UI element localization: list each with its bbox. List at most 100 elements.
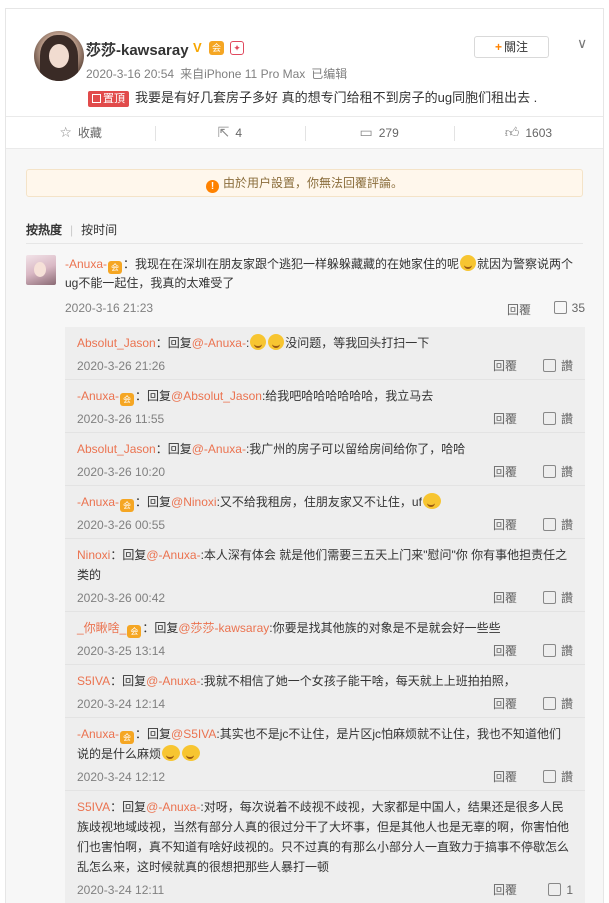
member-badge-icon[interactable]: 会 [209, 41, 224, 55]
reply-like-button[interactable]: 讚 [542, 353, 573, 379]
comment-like-button[interactable]: 35 [553, 301, 585, 315]
reply-like-button[interactable]: 讚 [542, 459, 573, 485]
reply-content: 你要是找其他族的对象是不是就会好一些些 [272, 621, 501, 635]
tab-divider: | [70, 223, 74, 237]
reply-content: 我就不相信了她一个女孩子能干啥，每天就上上班拍拍照， [203, 674, 516, 688]
chevron-down-icon[interactable]: ∨ [577, 35, 587, 52]
sort-tabs: 按热度 | 按时间 [26, 221, 117, 238]
reply-prefix: ：回复 [135, 389, 172, 403]
mention-link[interactable]: @-Anuxa- [146, 800, 200, 814]
reply-like-button[interactable]: 讚 [542, 638, 573, 664]
username[interactable]: 莎莎-kawsaray [86, 39, 189, 60]
reply-username[interactable]: -Anuxa- [77, 495, 119, 509]
reply-button[interactable]: 回覆 [493, 406, 517, 432]
reply-username[interactable]: Absolut_Jason [77, 442, 156, 456]
reply-prefix: ：回复 [135, 495, 172, 509]
warning-icon: ! [205, 180, 219, 193]
reply-text: S5IVA：回复@-Anuxa-:我就不相信了她一个女孩子能干啥，每天就上上班拍… [77, 674, 516, 688]
mention-link[interactable]: @-Anuxa- [192, 442, 246, 456]
reply-time: 2020-3-24 12:11 [77, 883, 165, 897]
mention-link[interactable]: @莎莎-kawsaray [178, 621, 269, 635]
reply-like-button[interactable]: 1 [548, 877, 573, 903]
divider [26, 243, 583, 244]
mention-link[interactable]: @-Anuxa- [146, 674, 200, 688]
reply-item: Absolut_Jason：回复@-Anuxa-: 没问题，等我回头打扫一下 202… [65, 327, 585, 380]
hug-emoji-icon [422, 493, 441, 509]
favorite-button[interactable]: ☆ 收藏 [6, 117, 155, 148]
reply-item: -Anuxa- 会：回复@Ninoxi:又不给我租房，住朋友家又不让住，uf 202… [65, 486, 585, 539]
follow-button[interactable]: + 關注 [474, 36, 549, 58]
tab-sort-hot[interactable]: 按热度 [26, 223, 62, 237]
avatar[interactable] [34, 31, 84, 81]
reply-meta: 2020-3-26 00:55 回覆讚 [77, 512, 573, 538]
hug-emoji-icon [162, 745, 181, 761]
reply-like-button[interactable]: 讚 [542, 585, 573, 611]
reply-time: 2020-3-26 10:20 [77, 465, 166, 479]
thumb-up-icon [553, 301, 567, 314]
reply-button[interactable]: 回覆 [493, 512, 517, 538]
reply-time: 2020-3-26 21:26 [77, 359, 166, 373]
reply-button[interactable]: 回覆 [507, 301, 531, 318]
edited-label[interactable]: 已编辑 [311, 67, 347, 81]
reply-prefix: ：回复 [142, 621, 179, 635]
reply-like-button[interactable]: 讚 [542, 691, 573, 717]
reply-like-button[interactable]: 讚 [542, 764, 573, 790]
reply-button[interactable]: 回覆 [493, 585, 517, 611]
reply-time: 2020-3-26 00:55 [77, 518, 166, 532]
mention-link[interactable]: @-Anuxa- [192, 336, 246, 350]
pinned-badge: 置頂 [88, 91, 129, 107]
tab-sort-time[interactable]: 按时间 [81, 223, 117, 237]
like-button[interactable]: 👍︎ 1603 [453, 117, 603, 148]
reply-item: -Anuxa- 会：回复@Absolut_Jason:给我吧哈哈哈哈哈哈，我立马去… [65, 380, 585, 433]
reply-button[interactable]: 回覆 [493, 691, 517, 717]
mention-link[interactable]: @Absolut_Jason [171, 389, 262, 403]
reply-username[interactable]: -Anuxa- [77, 389, 119, 403]
post-content: 我要是有好几套房子多好 真的想专门给租不到房子的ug同胞们租出去 . [135, 90, 538, 105]
post-source: 来自iPhone 11 Pro Max [180, 67, 306, 81]
mention-link[interactable]: @-Anuxa- [146, 548, 200, 562]
thumb-up-icon [542, 412, 556, 425]
mention-link[interactable]: @Ninoxi [171, 495, 217, 509]
thumb-up-icon [542, 591, 556, 604]
member-badge-icon: 会 [120, 393, 135, 406]
reply-like-button[interactable]: 讚 [542, 512, 573, 538]
comment-section: ! 由於用户設置，你無法回覆評論。 按热度 | 按时间 -Anuxa- 会：我现在在深圳… [6, 149, 603, 903]
reply-like-button[interactable]: 讚 [542, 406, 573, 432]
reply-username[interactable]: S5IVA [77, 800, 110, 814]
reply-meta: 2020-3-26 11:55 回覆讚 [77, 406, 573, 432]
reply-username[interactable]: Ninoxi [77, 548, 110, 562]
reply-prefix: ：回复 [155, 442, 192, 456]
reply-content: 给我吧哈哈哈哈哈哈，我立马去 [265, 389, 434, 403]
comment-disabled-notice: ! 由於用户設置，你無法回覆評論。 [26, 169, 583, 197]
post-meta: 2020-3-16 20:54 来自iPhone 11 Pro Max 已编辑 [86, 65, 353, 82]
comment-button[interactable]: ▭ 279 [304, 117, 454, 148]
member-badge-icon: 会 [127, 625, 142, 638]
reply-username[interactable]: S5IVA [77, 674, 110, 688]
commenter-avatar[interactable] [26, 255, 56, 285]
forward-button[interactable]: ⇱ 4 [155, 117, 304, 148]
reply-button[interactable]: 回覆 [493, 459, 517, 485]
reply-time: 2020-3-26 00:42 [77, 591, 166, 605]
reply-username[interactable]: _你瞅啥_ [77, 621, 126, 635]
mention-link[interactable]: @S5IVA [171, 727, 216, 741]
reply-button[interactable]: 回覆 [493, 764, 517, 790]
reply-button[interactable]: 回覆 [493, 353, 517, 379]
member-badge-icon: 会 [120, 731, 135, 744]
reply-text: Ninoxi：回复@-Anuxa-:本人深有体会 就是他们需要三五天上门来"慰问… [77, 548, 568, 582]
reply-username[interactable]: Absolut_Jason [77, 336, 156, 350]
reply-item: S5IVA：回复@-Anuxa-:对呀，每次说着不歧视不歧视，大家都是中国人，结… [65, 791, 585, 903]
post-timestamp[interactable]: 2020-3-16 20:54 [86, 67, 174, 81]
reply-item: -Anuxa- 会：回复@S5IVA:其实也不是jc不让住，是片区jc怕麻烦就不让… [65, 718, 585, 791]
reply-button[interactable]: 回覆 [493, 877, 517, 903]
gift-badge-icon[interactable]: ✦ [230, 41, 244, 55]
reply-text: S5IVA：回复@-Anuxa-:对呀，每次说着不歧视不歧视，大家都是中国人，结… [77, 800, 570, 874]
weibo-post-card: 莎莎-kawsaray V 会 ✦ 2020-3-16 20:54 来自iPhon… [5, 8, 604, 903]
reply-content: 又不给我租房，住朋友家又不让住，uf [219, 495, 422, 509]
thumb-up-icon [542, 644, 556, 657]
star-icon: ☆ [59, 124, 72, 140]
commenter-name[interactable]: -Anuxa- [65, 257, 107, 271]
reply-item: S5IVA：回复@-Anuxa-:我就不相信了她一个女孩子能干啥，每天就上上班拍… [65, 665, 585, 718]
reply-meta: 2020-3-24 12:12 回覆讚 [77, 764, 573, 790]
reply-username[interactable]: -Anuxa- [77, 727, 119, 741]
reply-button[interactable]: 回覆 [493, 638, 517, 664]
